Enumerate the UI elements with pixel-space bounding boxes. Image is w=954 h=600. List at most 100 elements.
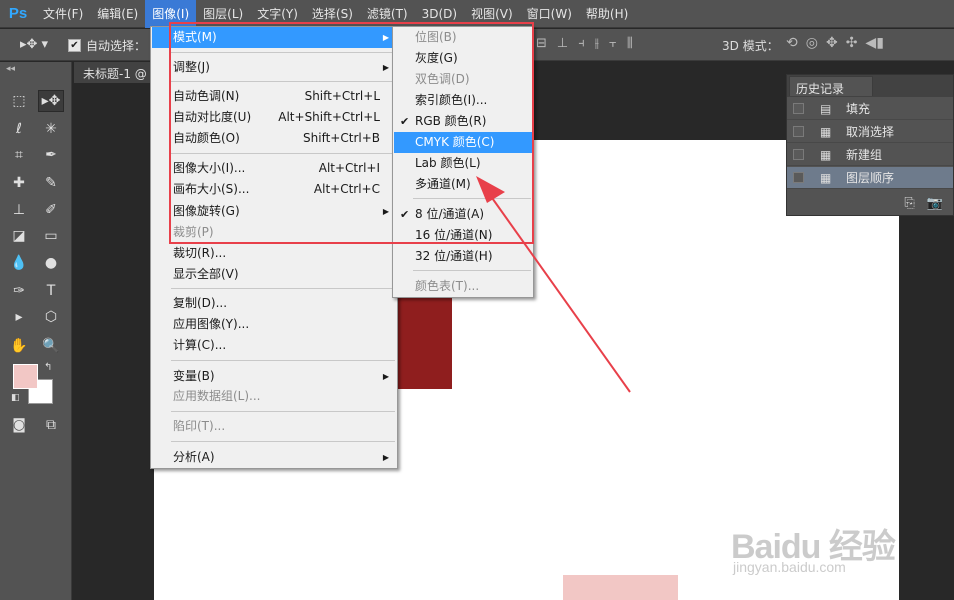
history-state-new-group[interactable]: ▦ 新建组 (787, 144, 953, 166)
history-state-deselect[interactable]: ▦ 取消选择 (787, 121, 953, 143)
zoom-tool-icon[interactable]: 🔍 (38, 335, 64, 357)
align-left-icon[interactable]: ⫞ (578, 36, 585, 51)
history-state-label: 图层顺序 (846, 171, 895, 185)
menu-item-duplicate[interactable]: 复制(D)... (152, 293, 396, 314)
menu-item-label: 自动颜色(O) (173, 131, 240, 145)
menu-view[interactable]: 视图(V) (464, 0, 520, 28)
align-horizontal-center-icon[interactable]: ⫲ (595, 36, 599, 51)
marquee-tool-icon[interactable]: ⬚ (6, 90, 32, 112)
lasso-tool-icon[interactable]: ℓ (6, 118, 32, 140)
history-state-fill[interactable]: ▤ 填充 (787, 98, 953, 120)
menu-select[interactable]: 选择(S) (305, 0, 360, 28)
magic-wand-tool-icon[interactable]: ✳ (38, 118, 64, 140)
menu-item-image-rotation[interactable]: 图像旋转(G) ▶ (152, 201, 396, 222)
menu-item-mode[interactable]: 模式(M) ▶ (152, 27, 396, 48)
shape-tool-icon[interactable]: ⬡ (38, 306, 64, 328)
menu-item-analysis[interactable]: 分析(A) ▶ (152, 447, 396, 468)
move-tool-preset-icon[interactable]: ▸✥ ▾ (20, 37, 48, 52)
menu-item-apply-dataset: 应用数据组(L)... (152, 386, 396, 407)
menu-image[interactable]: 图像(I) (145, 0, 197, 28)
3d-pan-icon[interactable]: ✥ (826, 35, 838, 51)
align-bottom-icon[interactable]: ⊥ (557, 36, 568, 51)
menu-filter[interactable]: 滤镜(T) (360, 0, 415, 28)
new-document-from-state-icon[interactable]: ⎘ (904, 196, 914, 211)
eraser-tool-icon[interactable]: ◪ (6, 225, 32, 247)
menu-help[interactable]: 帮助(H) (579, 0, 635, 28)
mode-16-bit[interactable]: 16 位/通道(N) (394, 225, 532, 246)
mode-rgb-color[interactable]: ✔ RGB 颜色(R) (394, 111, 532, 132)
menu-item-label: 自动色调(N) (173, 89, 240, 103)
menu-item-apply-image[interactable]: 应用图像(Y)... (152, 314, 396, 335)
mode-lab-color[interactable]: Lab 颜色(L) (394, 153, 532, 174)
3d-scale-icon[interactable]: ◀▮ (865, 35, 883, 51)
pen-tool-icon[interactable]: ✑ (6, 280, 32, 302)
mode-indexed-color[interactable]: 索引颜色(I)... (394, 90, 532, 111)
document-tab[interactable]: 未标题-1 @ (74, 62, 152, 83)
mode-cmyk-color[interactable]: CMYK 颜色(C) (394, 132, 532, 153)
healing-brush-tool-icon[interactable]: ✚ (6, 172, 32, 194)
history-snapshot-checkbox[interactable] (793, 126, 804, 137)
menu-item-calculations[interactable]: 计算(C)... (152, 335, 396, 356)
history-snapshot-checkbox[interactable] (793, 172, 804, 183)
path-selection-tool-icon[interactable]: ▸ (6, 306, 32, 328)
history-snapshot-checkbox[interactable] (793, 103, 804, 114)
menu-item-reveal-all[interactable]: 显示全部(V) (152, 264, 396, 285)
clone-stamp-tool-icon[interactable]: ⊥ (6, 199, 32, 221)
menu-item-trim[interactable]: 裁切(R)... (152, 243, 396, 264)
screen-mode-icon[interactable]: ⧉ (38, 414, 64, 436)
quick-mask-icon[interactable]: ◙ (6, 414, 32, 436)
3d-rotate-icon[interactable]: ⟲ (786, 35, 798, 51)
history-snapshot-checkbox[interactable] (793, 149, 804, 160)
mode-8-bit[interactable]: ✔ 8 位/通道(A) (394, 204, 532, 225)
menu-3d[interactable]: 3D(D) (415, 0, 464, 28)
menu-shortcut: Alt+Shift+Ctrl+L (278, 110, 380, 124)
menu-item-label: 调整(J) (173, 60, 210, 74)
blur-tool-icon[interactable]: 💧 (6, 252, 32, 274)
align-right-icon[interactable]: ⫟ (609, 36, 617, 51)
mode-multichannel[interactable]: 多通道(M) (394, 174, 532, 195)
gradient-tool-icon[interactable]: ▭ (38, 225, 64, 247)
auto-select-option[interactable]: ✔ 自动选择： (68, 37, 146, 54)
crop-tool-icon[interactable]: ⌗ (6, 144, 32, 166)
tools-panel: ◂◂ ⬚ ▸✥ ℓ ✳ ⌗ ✒ ✚ ✎ ⊥ ✐ ◪ ▭ 💧 ● ✑ T ▸ ⬡ … (0, 62, 72, 600)
menu-item-label: 灰度(G) (415, 51, 458, 65)
menu-window[interactable]: 窗口(W) (520, 0, 579, 28)
history-panel-tab[interactable]: 历史记录 (789, 76, 873, 96)
history-brush-tool-icon[interactable]: ✐ (38, 199, 64, 221)
menu-item-image-size[interactable]: 图像大小(I)... Alt+Ctrl+I (152, 158, 396, 179)
menu-shortcut: Alt+Ctrl+C (313, 182, 380, 196)
history-state-layer-order[interactable]: ▦ 图层顺序 (787, 167, 953, 189)
menu-item-auto-contrast[interactable]: 自动对比度(U) Alt+Shift+Ctrl+L (152, 107, 396, 128)
mode-grayscale[interactable]: 灰度(G) (394, 48, 532, 69)
menu-item-label: 裁剪(P) (173, 225, 214, 239)
menu-item-auto-color[interactable]: 自动颜色(O) Shift+Ctrl+B (152, 128, 396, 149)
foreground-color-swatch[interactable] (13, 364, 38, 389)
mode-32-bit[interactable]: 32 位/通道(H) (394, 246, 532, 267)
menu-item-variables[interactable]: 变量(B) ▶ (152, 366, 396, 387)
menu-item-canvas-size[interactable]: 画布大小(S)... Alt+Ctrl+C (152, 179, 396, 200)
hand-tool-icon[interactable]: ✋ (6, 335, 32, 357)
distribute-icon[interactable]: ⫼ (627, 36, 633, 51)
collapse-panel-icon[interactable]: ◂◂ (6, 64, 15, 74)
camera-snapshot-icon[interactable]: 📷 (927, 196, 943, 211)
menu-layer[interactable]: 图层(L) (196, 0, 250, 28)
move-tool-icon[interactable]: ▸✥ (38, 90, 64, 112)
dodge-tool-icon[interactable]: ● (38, 252, 64, 274)
3d-mode-icons: ⟲ ◎ ✥ ✣ ◀▮ (786, 35, 884, 51)
menu-file[interactable]: 文件(F) (36, 0, 90, 28)
auto-select-checkbox[interactable]: ✔ (68, 39, 81, 52)
align-vertical-center-icon[interactable]: ⊟ (536, 36, 547, 51)
brush-tool-icon[interactable]: ✎ (38, 172, 64, 194)
default-colors-icon[interactable]: ◧ (11, 393, 20, 403)
menu-item-auto-tone[interactable]: 自动色调(N) Shift+Ctrl+L (152, 86, 396, 107)
3d-slide-icon[interactable]: ✣ (846, 35, 858, 51)
eyedropper-tool-icon[interactable]: ✒ (38, 144, 64, 166)
menu-type[interactable]: 文字(Y) (250, 0, 305, 28)
3d-roll-icon[interactable]: ◎ (806, 35, 818, 51)
menu-edit[interactable]: 编辑(E) (90, 0, 145, 28)
type-tool-icon[interactable]: T (38, 280, 64, 302)
menu-item-adjust[interactable]: 调整(J) ▶ (152, 57, 396, 78)
fill-state-icon: ▤ (820, 101, 832, 116)
swap-colors-icon[interactable]: ↰ (44, 362, 52, 373)
document-state-icon: ▦ (820, 147, 832, 162)
